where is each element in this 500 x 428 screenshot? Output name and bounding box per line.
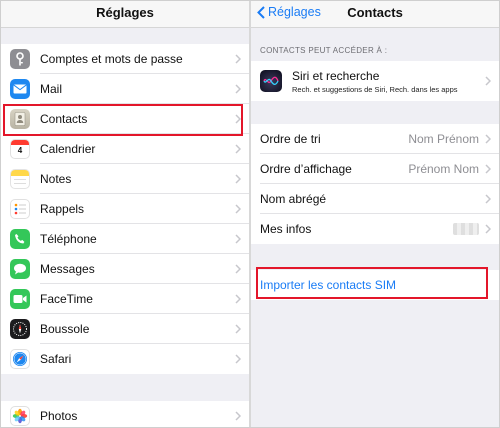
settings-item-messages[interactable]: Messages <box>1 254 249 284</box>
chevron-right-icon <box>235 234 241 244</box>
section-header: CONTACTS PEUT ACCÉDER À : <box>260 46 388 55</box>
settings-item-label: Notes <box>40 172 72 186</box>
settings-item-photos[interactable]: Photos <box>1 401 249 427</box>
chevron-right-icon <box>235 354 241 364</box>
reminders-icon <box>10 199 30 219</box>
settings-navbar: Réglages <box>1 1 249 28</box>
chevron-right-icon <box>235 294 241 304</box>
settings-item-label: Mail <box>40 82 63 96</box>
key-icon <box>10 49 30 69</box>
contacts-title: Contacts <box>347 5 403 20</box>
short-name-row[interactable]: Nom abrégé <box>251 184 499 214</box>
chevron-right-icon <box>485 224 491 234</box>
chevron-right-icon <box>485 194 491 204</box>
settings-item-label: Messages <box>40 262 95 276</box>
display-order-row[interactable]: Ordre d’affichage Prénom Nom <box>251 154 499 184</box>
messages-icon <box>10 259 30 279</box>
display-order-value: Prénom Nom <box>408 162 479 176</box>
chevron-right-icon <box>235 264 241 274</box>
sort-order-label: Ordre de tri <box>260 132 321 146</box>
chevron-right-icon <box>235 204 241 214</box>
mail-icon <box>10 79 30 99</box>
siri-subtitle: Rech. et suggestions de Siri, Rech. dans… <box>292 84 458 94</box>
settings-item-mail[interactable]: Mail <box>1 74 249 104</box>
screenshot-frame: Réglages Comptes et mots de passe Mail C… <box>0 0 500 428</box>
settings-item-telephone[interactable]: Téléphone <box>1 224 249 254</box>
settings-item-label: Calendrier <box>40 142 96 156</box>
settings-item-label: Téléphone <box>40 232 97 246</box>
chevron-right-icon <box>235 84 241 94</box>
settings-item-label: Rappels <box>40 202 85 216</box>
settings-item-safari[interactable]: Safari <box>1 344 249 374</box>
settings-item-facetime[interactable]: FaceTime <box>1 284 249 314</box>
chevron-right-icon <box>235 54 241 64</box>
chevron-right-icon <box>235 324 241 334</box>
chevron-right-icon <box>235 144 241 154</box>
settings-item-label: FaceTime <box>40 292 93 306</box>
compass-icon <box>10 319 30 339</box>
phone-icon <box>10 229 30 249</box>
siri-search-row[interactable]: Siri et recherche Rech. et suggestions d… <box>251 61 499 101</box>
chevron-right-icon <box>485 164 491 174</box>
contacts-navbar: Réglages Contacts <box>251 1 499 28</box>
safari-icon <box>10 349 30 369</box>
settings-item-boussole[interactable]: Boussole <box>1 314 249 344</box>
settings-item-comptes[interactable]: Comptes et mots de passe <box>1 44 249 74</box>
siri-title: Siri et recherche <box>292 68 380 83</box>
sort-order-row[interactable]: Ordre de tri Nom Prénom <box>251 124 499 154</box>
settings-item-notes[interactable]: Notes <box>1 164 249 194</box>
calendar-icon: 4 <box>10 139 30 159</box>
chevron-right-icon <box>235 411 241 421</box>
settings-item-label: Photos <box>40 409 78 423</box>
settings-item-label: Boussole <box>40 322 90 336</box>
settings-item-label: Safari <box>40 352 72 366</box>
settings-item-label: Comptes et mots de passe <box>40 52 183 66</box>
settings-item-calendrier[interactable]: 4 Calendrier <box>1 134 249 164</box>
my-info-label: Mes infos <box>260 222 312 236</box>
my-info-redacted-value <box>453 223 479 235</box>
chevron-right-icon <box>485 76 491 86</box>
my-info-row[interactable]: Mes infos <box>251 214 499 244</box>
contacts-settings-panel: Réglages Contacts CONTACTS PEUT ACCÉDER … <box>251 1 499 427</box>
chevron-right-icon <box>485 134 491 144</box>
sort-order-value: Nom Prénom <box>408 132 479 146</box>
settings-item-rappels[interactable]: Rappels <box>1 194 249 224</box>
notes-icon <box>10 169 30 189</box>
chevron-right-icon <box>235 174 241 184</box>
facetime-icon <box>10 289 30 309</box>
settings-panel: Réglages Comptes et mots de passe Mail C… <box>1 1 249 427</box>
short-name-label: Nom abrégé <box>260 192 327 206</box>
siri-icon <box>260 70 282 92</box>
photos-icon <box>10 406 30 426</box>
settings-title: Réglages <box>96 5 154 20</box>
contacts-highlight-box <box>3 104 243 136</box>
display-order-label: Ordre d’affichage <box>260 162 352 176</box>
import-highlight-box <box>256 267 488 299</box>
